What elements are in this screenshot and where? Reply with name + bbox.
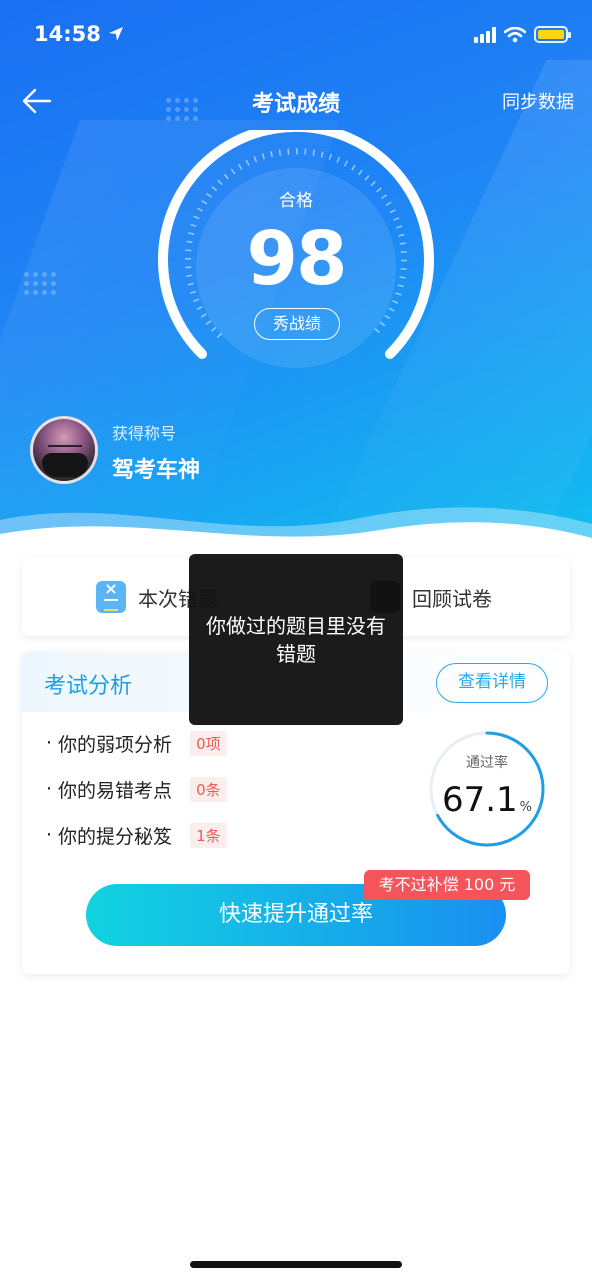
score-gauge: 合格 98 秀战绩 <box>158 121 434 380</box>
count-badge: 1条 <box>190 822 227 848</box>
count-badge: 0条 <box>190 776 227 802</box>
sync-data-button[interactable]: 同步数据 <box>502 88 574 114</box>
status-icons <box>474 26 571 43</box>
status-time: 14:58 <box>34 22 124 46</box>
avatar[interactable] <box>30 416 98 484</box>
title-name: 驾考车神 <box>112 458 201 483</box>
score-value: 98 <box>246 216 348 302</box>
decorative-dots <box>24 272 56 295</box>
item-label: 你的弱项分析 <box>58 733 173 756</box>
pass-rate-label: 通过率 <box>466 755 508 771</box>
item-label: 你的提分秘笈 <box>58 825 173 848</box>
toast-message: 你做过的题目里没有错题 <box>189 554 403 725</box>
user-title-section: 获得称号 驾考车神 <box>30 414 330 486</box>
view-details-button[interactable]: 查看详情 <box>436 663 548 703</box>
battery-icon <box>534 26 571 43</box>
review-paper-label: 回顾试卷 <box>412 586 492 611</box>
list-item[interactable]: · 你的易错考点 0条 <box>46 774 227 804</box>
analysis-title: 考试分析 <box>44 674 133 699</box>
list-item[interactable]: · 你的提分秘笈 1条 <box>46 820 227 850</box>
wrong-questions-icon <box>96 579 126 613</box>
location-arrow-icon <box>109 27 124 41</box>
pass-rate-value: 67.1% <box>441 780 533 820</box>
navigation-bar: 考试成绩 同步数据 <box>0 76 592 126</box>
share-score-button[interactable]: 秀战绩 <box>254 308 340 340</box>
compensation-badge: 考不过补偿 100 元 <box>364 870 530 900</box>
count-badge: 0项 <box>190 730 227 756</box>
list-item[interactable]: · 你的弱项分析 0项 <box>46 728 227 758</box>
cellular-signal-icon <box>474 26 496 43</box>
title-label: 获得称号 <box>112 424 177 443</box>
status-bar: 14:58 <box>0 0 592 70</box>
wifi-icon <box>504 26 526 42</box>
item-label: 你的易错考点 <box>58 779 173 802</box>
home-indicator[interactable] <box>190 1261 402 1268</box>
result-status: 合格 <box>279 191 313 211</box>
